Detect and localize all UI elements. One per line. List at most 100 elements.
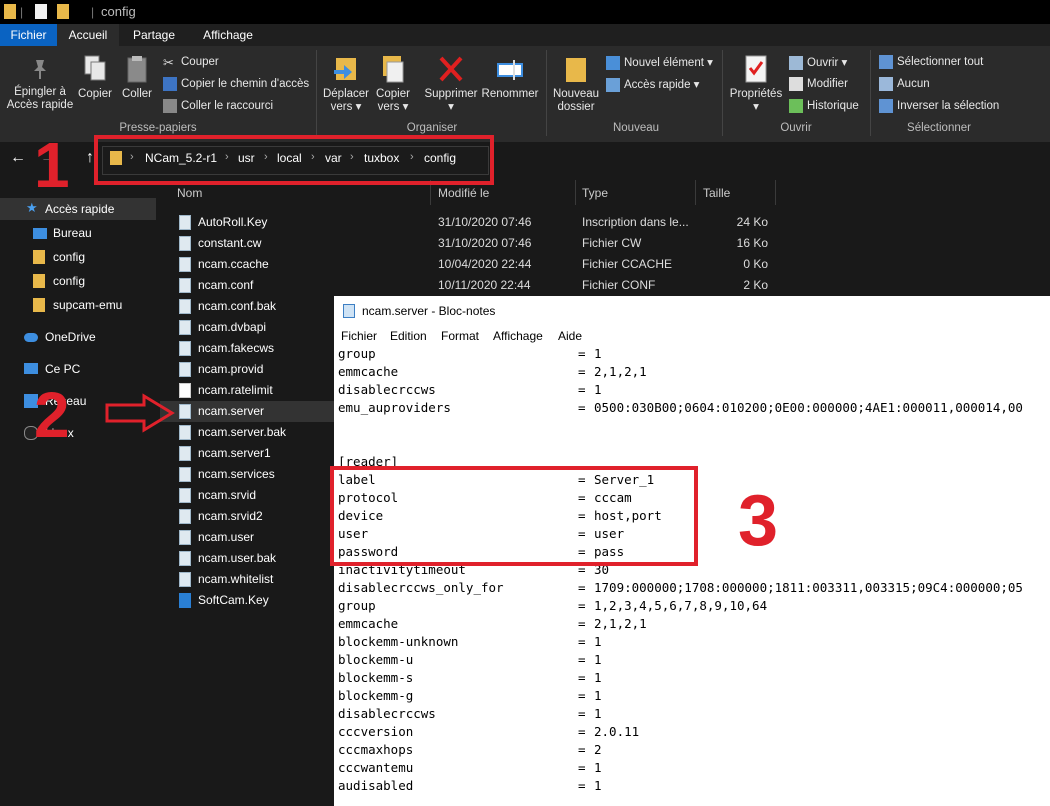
file-icon <box>179 299 191 314</box>
file-name: ncam.dvbapi <box>198 320 267 334</box>
file-date: 10/04/2020 22:44 <box>438 257 532 271</box>
new-item-button[interactable]: Nouvel élément ▾ <box>606 55 713 70</box>
column-header-size[interactable]: Taille <box>703 186 730 200</box>
nav-item-config-1[interactable]: config <box>0 246 156 268</box>
config-value: 2,1,2,1 <box>594 616 647 631</box>
nav-item-onedrive[interactable]: OneDrive <box>0 326 156 348</box>
copy-path-button[interactable]: Copier le chemin d'accès <box>163 77 309 91</box>
properties-button[interactable]: Propriétés ▾ <box>726 54 786 114</box>
computer-icon <box>24 363 38 374</box>
new-folder-label-2: dossier <box>557 101 595 113</box>
equals-sign: = <box>578 688 586 703</box>
edit-button[interactable]: Modifier <box>789 77 848 91</box>
move-to-button[interactable]: Déplacer vers ▾ <box>320 54 372 114</box>
back-arrow-icon[interactable]: ← <box>10 149 26 167</box>
notepad-title-bar[interactable]: ncam.server - Bloc-notes <box>334 296 1050 326</box>
cut-button[interactable]: ✂ Couper <box>163 55 219 70</box>
file-row-selected[interactable]: ncam.server <box>160 401 336 422</box>
column-separator[interactable] <box>775 180 776 205</box>
column-header-type[interactable]: Type <box>582 186 608 200</box>
tab-view[interactable]: Affichage <box>192 24 264 46</box>
properties-label: Propriétés <box>729 88 783 100</box>
edit-label: Modifier <box>807 78 848 91</box>
invert-selection-button[interactable]: Inverser la sélection <box>879 99 999 113</box>
file-row[interactable]: ncam.ccache 10/04/2020 22:44 Fichier CCACH… <box>160 254 780 275</box>
column-separator[interactable] <box>695 180 696 205</box>
nav-item-desktop[interactable]: Bureau <box>0 222 156 244</box>
tab-share[interactable]: Partage <box>123 24 185 46</box>
equals-sign: = <box>578 580 586 595</box>
copy-button[interactable]: Copier <box>76 54 114 101</box>
file-size: 16 Ko <box>736 236 768 250</box>
nav-item-this-pc[interactable]: Ce PC <box>0 358 156 380</box>
nav-label: Ce PC <box>45 362 81 376</box>
equals-sign: = <box>578 598 586 613</box>
equals-sign: = <box>578 652 586 667</box>
file-row[interactable]: ncam.conf 10/11/2020 22:44 Fichier CONF 2 K… <box>160 275 780 296</box>
file-name: ncam.whitelist <box>198 572 274 586</box>
file-row[interactable]: constant.cw 31/10/2020 07:46 Fichier CW 16 … <box>160 233 780 254</box>
file-name: ncam.conf <box>198 278 254 292</box>
pin-quick-access-button[interactable]: Épingler à Accès rapide <box>2 58 78 112</box>
equals-sign: = <box>578 400 586 415</box>
paste-button[interactable]: Coller <box>118 54 156 101</box>
move-to-label: Déplacer <box>322 88 370 100</box>
config-key: group <box>338 598 376 613</box>
menu-edit[interactable]: Edition <box>390 329 427 343</box>
equals-sign: = <box>578 742 586 757</box>
cloud-icon <box>24 333 38 342</box>
nav-label: config <box>53 274 86 288</box>
annotation-arrow-icon <box>105 393 175 433</box>
file-row[interactable]: AutoRoll.Key 31/10/2020 07:46 Inscription … <box>160 212 780 233</box>
group-label-open: Ouvrir <box>780 122 812 134</box>
folder-icon <box>33 274 45 288</box>
config-key: blockemm-s <box>338 670 414 685</box>
config-key: disablecrccws_only_for <box>338 580 504 595</box>
easy-access-button[interactable]: Accès rapide ▾ <box>606 77 699 92</box>
properties-arrow: ▾ <box>753 101 759 113</box>
file-icon <box>179 425 191 440</box>
select-none-button[interactable]: Aucun <box>879 77 930 91</box>
new-folder-button[interactable]: Nouveau dossier <box>550 54 602 114</box>
open-button[interactable]: Ouvrir ▾ <box>789 55 847 70</box>
column-separator[interactable] <box>575 180 576 205</box>
nav-item-quick-access[interactable]: ★ Accès rapide <box>0 198 156 220</box>
menu-file[interactable]: Fichier <box>341 329 377 343</box>
copy-to-button[interactable]: Copier vers ▾ <box>370 54 416 114</box>
ribbon: Épingler à Accès rapide Copier Coller ✂ C… <box>0 46 1050 143</box>
config-value: 2,1,2,1 <box>594 364 647 379</box>
file-icon <box>179 530 191 545</box>
file-icon <box>179 509 191 524</box>
nav-item-supcam-emu[interactable]: supcam-emu <box>0 294 156 316</box>
tab-file[interactable]: Fichier <box>0 24 57 46</box>
select-all-button[interactable]: Sélectionner tout <box>879 55 983 69</box>
menu-help[interactable]: Aide <box>558 329 582 343</box>
rename-button[interactable]: Renommer <box>480 54 540 101</box>
group-label-select: Sélectionner <box>907 122 971 134</box>
notepad-text-area[interactable]: group = 1 emmcache = 2,1,2,1 disablecrccws = 1 em… <box>338 346 1050 806</box>
file-name: ncam.fakecws <box>198 341 275 355</box>
properties-icon[interactable] <box>35 4 47 19</box>
file-icon <box>179 488 191 503</box>
file-name: ncam.server <box>198 404 265 418</box>
file-icon <box>179 467 191 482</box>
paste-shortcut-button[interactable]: Coller le raccourci <box>163 99 273 113</box>
history-button[interactable]: Historique <box>789 99 859 113</box>
config-value: 2.0.11 <box>594 724 640 739</box>
column-header-name[interactable]: Nom <box>177 186 202 200</box>
new-folder-icon[interactable] <box>57 4 69 19</box>
config-value: 1 <box>594 634 602 649</box>
config-value: 1 <box>594 346 602 361</box>
nav-item-config-2[interactable]: config <box>0 270 156 292</box>
up-arrow-icon[interactable]: ↑ <box>86 149 94 167</box>
new-folder-icon <box>562 54 590 84</box>
menu-view[interactable]: Affichage <box>493 329 543 343</box>
tab-home[interactable]: Accueil <box>57 24 119 46</box>
column-header-modified[interactable]: Modifié le <box>438 186 489 200</box>
copy-path-label: Copier le chemin d'accès <box>181 78 310 91</box>
menu-format[interactable]: Format <box>441 329 479 343</box>
invert-selection-icon <box>879 99 893 113</box>
group-separator <box>722 50 723 136</box>
delete-button[interactable]: Supprimer ▾ <box>420 54 482 114</box>
file-icon <box>179 215 191 230</box>
